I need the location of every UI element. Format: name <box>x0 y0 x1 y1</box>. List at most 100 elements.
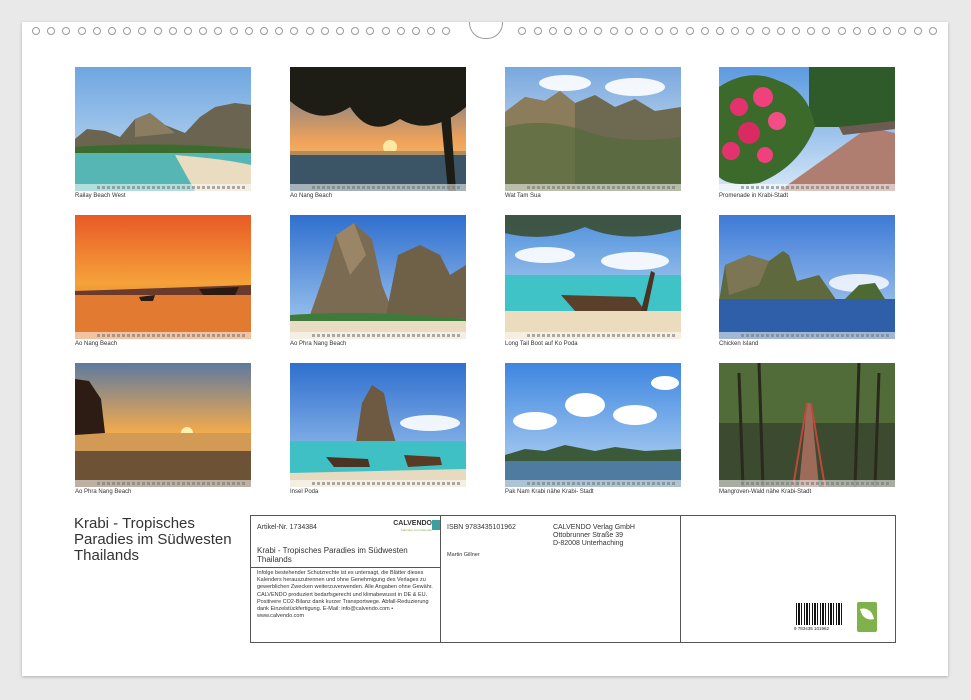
photo-tile: Wat Tam Sua <box>505 67 681 199</box>
binding-hole <box>594 27 603 35</box>
binding-hole <box>47 27 56 35</box>
photo-bay-cliffs <box>75 67 251 191</box>
binding-hole <box>518 27 527 35</box>
binding-hole <box>624 27 633 35</box>
binding-hole <box>792 27 800 35</box>
month-strip <box>75 184 251 191</box>
info-column-2: ISBN 9783435101962 Martin Gillner CALVEN… <box>441 516 681 642</box>
photo-tile: Mangroven-Wald nähe Krabi-Stadt <box>719 363 895 495</box>
month-strip <box>719 480 895 487</box>
binding-hole <box>260 27 268 35</box>
info-column-1: Artikel-Nr. 1734384 CALVENDO Kalender vo… <box>251 516 441 642</box>
photo-caption: Promenade in Krabi-Stadt <box>719 193 789 199</box>
binding-hole <box>761 27 770 35</box>
binding-hole <box>776 27 785 35</box>
binding-hole <box>640 27 648 35</box>
binding-hole <box>700 27 709 35</box>
calvendo-logo: CALVENDO <box>393 520 432 527</box>
photo-tile: Ao Nang Beach <box>75 215 251 347</box>
photo-caption: Ao Phra Nang Beach <box>290 341 347 347</box>
binding-hole <box>564 27 572 35</box>
photo-caption: Pak Nam Krabi nähe Krabi- Stadt <box>505 489 594 495</box>
month-strip <box>719 184 895 191</box>
binding-hole <box>852 27 861 35</box>
barcode-number: 9 783435 101962 <box>794 626 830 631</box>
photo-tile: Chicken Island <box>719 215 895 347</box>
photo-caption: Mangroven-Wald nähe Krabi-Stadt <box>719 489 812 495</box>
binding-hole <box>168 27 177 35</box>
binding-hole <box>244 27 253 35</box>
binding-hole <box>32 27 40 35</box>
binding-hole <box>822 27 831 35</box>
photo-tile: Ao Nang Beach <box>290 67 466 199</box>
barcode-bars <box>796 603 844 625</box>
month-strip <box>75 332 251 339</box>
photo-caption: Long Tail Boot auf Ko Poda <box>505 341 578 347</box>
binding-hole <box>229 27 238 35</box>
binding-hole <box>305 27 314 35</box>
month-strip <box>290 184 466 191</box>
photo-caption: Wat Tam Sua <box>505 193 541 199</box>
month-strip <box>75 480 251 487</box>
photo-caption: Ao Nang Beach <box>75 341 118 347</box>
isbn: ISBN 9783435101962 <box>447 524 516 531</box>
calvendo-flag-icon <box>432 520 440 530</box>
photo-island <box>719 215 895 339</box>
photo-karst-mountains <box>505 67 681 191</box>
calvendo-logo-sub: Kalender von Calvendo <box>400 528 432 532</box>
binding-hole <box>275 27 284 35</box>
photo-caption: Ao Nang Beach <box>290 193 333 199</box>
binding-hole <box>913 27 922 35</box>
photo-caption: Railay Beach West <box>75 193 126 199</box>
photo-tile: Ao Phra Nang Beach <box>290 215 466 347</box>
photo-tile: Insel Poda <box>290 363 466 495</box>
photo-orange-sunset <box>75 215 251 339</box>
binding-hole <box>548 27 557 35</box>
publisher-address: CALVENDO Verlag GmbH Ottobrunner Straße … <box>553 524 678 548</box>
barcode: 9 783435 101962 <box>794 603 846 631</box>
photo-tile: Pak Nam Krabi nähe Krabi- Stadt <box>505 363 681 495</box>
photo-sunset-tree <box>290 67 466 191</box>
binding-hole <box>807 27 816 35</box>
binding-hole <box>92 27 101 35</box>
article-number: Artikel-Nr. 1734384 <box>257 524 317 531</box>
month-strip <box>505 332 681 339</box>
binding-hole <box>655 27 664 35</box>
author: Martin Gillner <box>447 552 480 558</box>
photo-caption: Ao Phra Nang Beach <box>75 489 132 495</box>
binding-hole <box>62 27 71 35</box>
month-strip <box>290 332 466 339</box>
binding-hole <box>123 27 132 35</box>
binding-hole <box>214 27 223 35</box>
photo-tile: Railay Beach West <box>75 67 251 199</box>
binding-hole <box>685 27 694 35</box>
binding-hole <box>77 27 86 35</box>
binding-hole <box>898 27 907 35</box>
binding-hole <box>320 27 329 35</box>
calendar-title: Krabi - Tropisches Paradies im Südwesten… <box>74 515 232 564</box>
month-strip <box>719 332 895 339</box>
divider <box>251 567 440 568</box>
binding-hole <box>351 27 360 35</box>
month-strip <box>290 480 466 487</box>
binding-hole <box>366 27 375 35</box>
binding-hole <box>731 27 740 35</box>
binding-hole <box>579 27 588 35</box>
binding-hole <box>336 27 344 35</box>
month-strip <box>505 480 681 487</box>
binding-hole <box>153 27 162 35</box>
binding-hole <box>290 27 299 35</box>
info-column-3: 9 783435 101962 <box>681 516 895 642</box>
photo-promenade <box>719 67 895 191</box>
publisher-line: Ottobrunner Straße 39 <box>553 532 624 539</box>
photo-longtail-boat <box>505 215 681 339</box>
photo-tile: Promenade in Krabi-Stadt <box>719 67 895 199</box>
month-strip <box>505 184 681 191</box>
fsc-logo-icon <box>857 602 877 632</box>
photo-golden-sunset <box>75 363 251 487</box>
binding-hole <box>199 27 208 35</box>
binding-hole <box>412 27 420 35</box>
binding-hole <box>184 27 192 35</box>
photo-caption: Insel Poda <box>290 489 319 495</box>
binding-hole <box>442 27 451 35</box>
